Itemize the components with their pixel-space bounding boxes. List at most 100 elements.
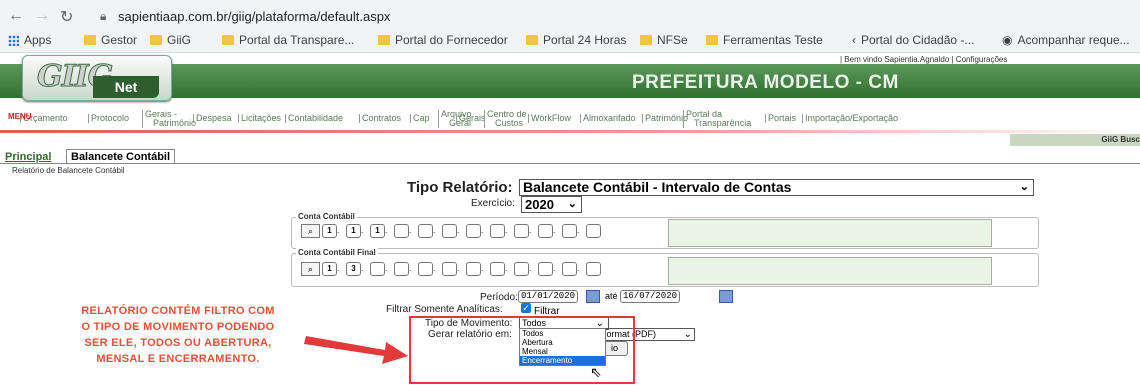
menu-item[interactable]: Contratos — [359, 114, 401, 123]
calendar-icon[interactable] — [586, 290, 600, 303]
conta-contabil-group: Conta Contábil ⌕ 1.1.1......... — [291, 212, 1039, 249]
chevron-left-icon: ‹ — [852, 33, 856, 47]
folder-icon — [222, 35, 234, 45]
chevron-down-icon: ⌄ — [1019, 181, 1029, 193]
data-inicio-input[interactable]: 01/01/2020 — [518, 290, 579, 303]
folder-icon — [150, 35, 162, 45]
menu-item[interactable]: Contabilidade — [285, 114, 343, 123]
bookmark-item[interactable]: Apps — [8, 33, 51, 47]
menu-item[interactable]: WorkFlow — [528, 114, 571, 123]
bookmark-item[interactable]: ‹ Portal do Cidadão -... — [852, 33, 974, 47]
magnifier-icon[interactable]: ⌕ — [301, 262, 320, 276]
account-segment-input[interactable] — [370, 262, 385, 276]
account-segment-input[interactable] — [586, 224, 601, 238]
tab-principal[interactable]: Principal — [5, 151, 51, 163]
account-segment-input[interactable] — [490, 262, 505, 276]
menu-item[interactable]: Importação/Exportação — [802, 114, 898, 123]
bookmark-item[interactable]: GiiG — [150, 33, 191, 47]
account-segment-input[interactable]: 1 — [322, 224, 337, 238]
account-segment-input[interactable] — [514, 224, 529, 238]
globe-icon: ◉ — [1002, 33, 1013, 47]
tab-balancete-contabil[interactable]: Balancete Contábil — [66, 149, 176, 164]
account-segment-input[interactable] — [394, 224, 409, 238]
account-segment-input[interactable] — [562, 262, 577, 276]
menu-item-label: Licitações — [241, 113, 282, 123]
folder-icon — [378, 35, 390, 45]
menu-item[interactable]: Licitações — [238, 114, 281, 123]
url-bar[interactable]: sapientiaap.com.br/giig/plataforma/defau… — [118, 9, 390, 24]
account-segment-input[interactable]: 1 — [346, 224, 361, 238]
bookmark-item[interactable]: NFSe — [640, 33, 688, 47]
menu-item[interactable]: Protocolo — [88, 114, 129, 123]
giig-busca-button[interactable]: GiiG Busc — [1010, 134, 1140, 146]
conta-contabil-description[interactable] — [668, 219, 992, 247]
account-segment-input[interactable] — [562, 224, 577, 238]
bookmark-item[interactable]: Ferramentas Teste — [706, 33, 823, 47]
main-menu: Orçamento Protocolo Gerais - Patrimônio Desp… — [0, 100, 1140, 130]
segment-separator: . — [577, 226, 580, 235]
conta-contabil-final-description[interactable] — [668, 257, 992, 285]
bookmark-item[interactable]: Portal da Transpare... — [222, 33, 354, 47]
account-segment-input[interactable] — [442, 262, 457, 276]
folder-icon — [640, 35, 652, 45]
reload-icon[interactable]: ↻ — [60, 7, 73, 27]
bookmark-item[interactable]: Portal 24 Horas — [526, 33, 626, 47]
bookmark-item[interactable]: Portal do Fornecedor — [378, 33, 508, 47]
conta-contabil-final-group: Conta Contábil Final ⌕ 1.3.......... — [291, 248, 1039, 287]
account-segment-input[interactable] — [538, 262, 553, 276]
bookmark-label: Acompanhar reque... — [1017, 33, 1130, 47]
account-segment-input[interactable] — [466, 262, 481, 276]
account-segment-input[interactable] — [586, 262, 601, 276]
exercicio-value: 2020 — [525, 197, 554, 212]
account-segment-input[interactable] — [514, 262, 529, 276]
segment-separator: . — [337, 264, 340, 273]
account-segment-input[interactable] — [490, 224, 505, 238]
menu-item[interactable]: Portais — [765, 114, 796, 123]
bookmark-label: Apps — [24, 33, 52, 47]
menu-item[interactable]: Despesa — [193, 114, 232, 123]
bookmark-label: Portal do Fornecedor — [395, 33, 508, 47]
menu-item[interactable]: Portal da Transparência — [683, 110, 751, 128]
account-segment-input[interactable] — [418, 224, 433, 238]
account-segment-input[interactable] — [442, 224, 457, 238]
filtrar-checkbox[interactable]: ✓ — [521, 303, 531, 313]
segment-separator: . — [433, 264, 436, 273]
giig-net-logo[interactable]: GIIG Net — [22, 55, 172, 101]
bookmark-item[interactable]: ◉ Acompanhar reque... — [1002, 33, 1130, 47]
menu-item[interactable]: Gerais - Patrimônio — [142, 110, 196, 128]
folder-icon — [526, 35, 538, 45]
tipo-relatorio-select[interactable]: Balancete Contábil - Intervalo de Contas… — [519, 179, 1034, 196]
menu-item[interactable]: Cap — [410, 114, 430, 123]
magnifier-icon[interactable]: ⌕ — [301, 224, 320, 238]
segment-separator: . — [409, 226, 412, 235]
menu-item-label: Patrimônio — [645, 113, 689, 123]
segment-separator: . — [553, 264, 556, 273]
menu-item[interactable]: Patrimônio — [642, 114, 688, 123]
account-segment-input[interactable] — [538, 224, 553, 238]
exercicio-select[interactable]: 2020 ⌄ — [521, 196, 582, 213]
account-segment-input[interactable]: 1 — [322, 262, 337, 276]
account-segment-input[interactable]: 3 — [346, 262, 361, 276]
menu-item-label: Protocolo — [91, 113, 130, 123]
page-title: PREFEITURA MODELO - CM — [632, 72, 899, 93]
account-segment-input[interactable]: 1 — [370, 224, 385, 238]
segment-separator: . — [385, 264, 388, 273]
account-segment-input[interactable] — [418, 262, 433, 276]
bookmark-item[interactable]: Gestor — [84, 33, 137, 47]
account-segment-input[interactable] — [394, 262, 409, 276]
arrow-shape — [304, 336, 408, 364]
menu-label[interactable]: MENU — [8, 112, 32, 121]
folder-icon — [84, 35, 96, 45]
menu-item-label: Portais — [768, 113, 797, 123]
data-fim-input[interactable]: 16/07/2020 — [620, 290, 681, 303]
menu-item[interactable]: Centro de Custos — [484, 110, 527, 128]
forward-icon[interactable]: → — [34, 7, 50, 25]
account-segment-input[interactable] — [466, 224, 481, 238]
welcome-text: | Bem vindo Sapientia.Agnaldo | Configur… — [840, 55, 1008, 64]
bookmark-label: Gestor — [101, 33, 138, 47]
annotation-text: RELATÓRIO CONTÉM FILTRO COM O TIPO DE MO… — [81, 305, 275, 365]
calendar-icon[interactable] — [719, 290, 733, 303]
menu-item[interactable]: Almoxarifado — [580, 114, 636, 123]
menu-item[interactable]: Gerais — [456, 114, 486, 123]
back-icon[interactable]: ← — [8, 7, 24, 25]
